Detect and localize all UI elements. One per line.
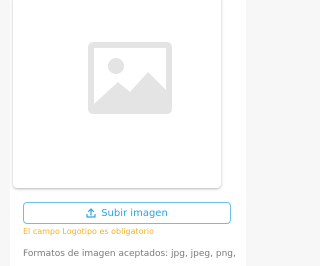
image-preview-card [13,0,221,188]
logo-required-error: El campo Logotipo es obligatorio [23,227,154,236]
accepted-formats-text: Formatos de imagen aceptados: jpg, jpeg,… [23,249,237,259]
upload-icon [86,208,96,218]
upload-button-label: Subir imagen [101,207,168,219]
image-placeholder-icon [88,42,172,114]
upload-image-button[interactable]: Subir imagen [23,202,231,224]
